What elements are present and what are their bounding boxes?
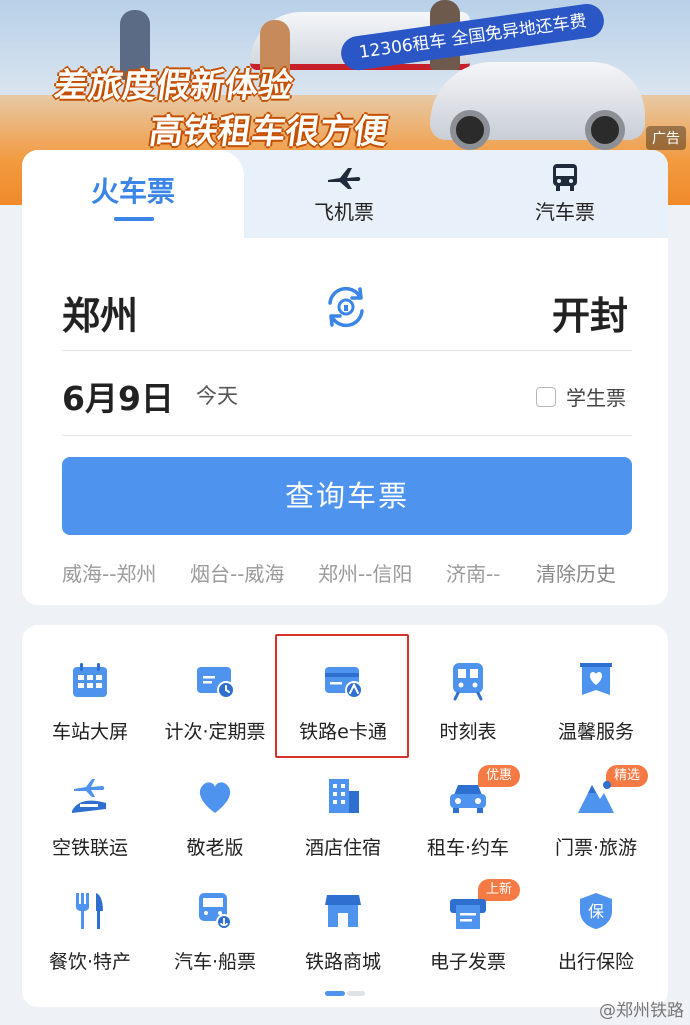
ticket-card-icon bbox=[195, 661, 235, 701]
banner-headline-1: 差旅度假新体验 bbox=[51, 66, 296, 106]
timetable-train-icon bbox=[448, 661, 488, 701]
service-station-screen[interactable]: 车站大屏 bbox=[25, 651, 155, 761]
airplane-icon bbox=[274, 162, 414, 192]
service-e-invoice[interactable]: 上新 电子发票 bbox=[403, 879, 533, 991]
tab-flight-label: 飞机票 bbox=[314, 200, 374, 224]
arrival-station[interactable]: 开封 bbox=[552, 285, 628, 340]
student-ticket-checkbox[interactable] bbox=[536, 386, 556, 407]
swap-stations-icon[interactable] bbox=[322, 283, 370, 331]
banner-headline-2: 高铁租车很方便 bbox=[146, 112, 391, 152]
shop-icon bbox=[323, 891, 363, 931]
history-fade bbox=[492, 558, 532, 588]
page-dot-active bbox=[325, 991, 345, 996]
watermark: @郑州铁路 bbox=[599, 1001, 684, 1021]
car-illustration bbox=[430, 62, 645, 150]
page-indicator bbox=[325, 991, 365, 996]
service-elderly-mode[interactable]: 敬老版 bbox=[150, 767, 280, 877]
departure-station[interactable]: 郑州 bbox=[62, 285, 138, 340]
service-label: 门票·旅游 bbox=[554, 837, 638, 859]
ad-label: 广告 bbox=[646, 126, 686, 150]
hotel-icon bbox=[323, 777, 363, 817]
active-tab-indicator bbox=[114, 217, 154, 221]
search-history: 威海--郑州 烟台--威海 郑州--信阳 济南-- 清除历史 bbox=[62, 558, 632, 588]
service-hotel[interactable]: 酒店住宿 bbox=[278, 767, 408, 877]
tab-bus-label: 汽车票 bbox=[535, 200, 595, 224]
date-relative-label: 今天 bbox=[196, 384, 238, 408]
service-warm-service[interactable]: 温馨服务 bbox=[531, 651, 661, 761]
clear-history-button[interactable]: 清除历史 bbox=[536, 558, 616, 587]
history-item[interactable]: 郑州--信阳 bbox=[318, 558, 412, 587]
page-dot bbox=[347, 991, 365, 996]
heart-service-icon bbox=[576, 661, 616, 701]
tab-bus[interactable]: 汽车票 bbox=[495, 162, 635, 225]
mountain-icon bbox=[576, 777, 616, 817]
service-travel-insurance[interactable]: 保 出行保险 bbox=[531, 881, 661, 991]
search-tickets-button[interactable]: 查询车票 bbox=[62, 457, 632, 535]
bus-icon bbox=[495, 162, 635, 192]
service-air-rail[interactable]: 空铁联运 bbox=[25, 767, 155, 877]
ticket-type-tabs: 火车票 飞机票 汽车票 bbox=[22, 150, 668, 242]
svg-text:保: 保 bbox=[588, 902, 604, 921]
dining-icon bbox=[70, 891, 110, 931]
car-icon bbox=[448, 777, 488, 817]
heart-icon bbox=[195, 777, 235, 817]
divider bbox=[62, 350, 632, 351]
tab-train-label: 火车票 bbox=[90, 175, 175, 208]
service-timetable[interactable]: 时刻表 bbox=[403, 651, 533, 761]
service-car-rental[interactable]: 优惠 租车·约车 bbox=[403, 765, 533, 877]
station-screen-icon bbox=[70, 661, 110, 701]
service-label: 温馨服务 bbox=[557, 721, 634, 743]
student-ticket-label: 学生票 bbox=[566, 386, 626, 410]
service-railway-mall[interactable]: 铁路商城 bbox=[278, 881, 408, 991]
services-grid: 车站大屏 计次·定期票 铁路e卡通 时刻表 温馨服务 空铁联运 敬老版 酒店住宿… bbox=[22, 625, 668, 1007]
service-dining[interactable]: 餐饮·特产 bbox=[25, 881, 155, 991]
tab-flight[interactable]: 飞机票 bbox=[274, 162, 414, 225]
service-tickets-travel[interactable]: 精选 门票·旅游 bbox=[531, 765, 661, 877]
tab-train[interactable]: 火车票 bbox=[22, 150, 244, 242]
insurance-shield-icon: 保 bbox=[576, 891, 616, 931]
divider bbox=[62, 435, 632, 436]
departure-date[interactable]: 6月9日 bbox=[62, 372, 174, 420]
air-rail-icon bbox=[70, 777, 110, 817]
service-railway-ecard[interactable]: 铁路e卡通 bbox=[278, 651, 408, 761]
booking-card: 火车票 飞机票 汽车票 郑州 开封 6月9日 今天 学生票 查询车票 威海--郑… bbox=[22, 150, 668, 605]
service-period-ticket[interactable]: 计次·定期票 bbox=[150, 651, 280, 761]
service-bus-ship[interactable]: 汽车·船票 bbox=[150, 881, 280, 991]
history-item[interactable]: 威海--郑州 bbox=[62, 558, 156, 587]
invoice-icon bbox=[448, 891, 488, 931]
service-label: 出行保险 bbox=[557, 951, 634, 973]
bus-ship-icon bbox=[195, 891, 235, 931]
history-item[interactable]: 烟台--威海 bbox=[190, 558, 284, 587]
student-ticket-toggle[interactable]: 学生票 bbox=[536, 382, 626, 411]
railway-ecard-icon bbox=[323, 661, 363, 701]
